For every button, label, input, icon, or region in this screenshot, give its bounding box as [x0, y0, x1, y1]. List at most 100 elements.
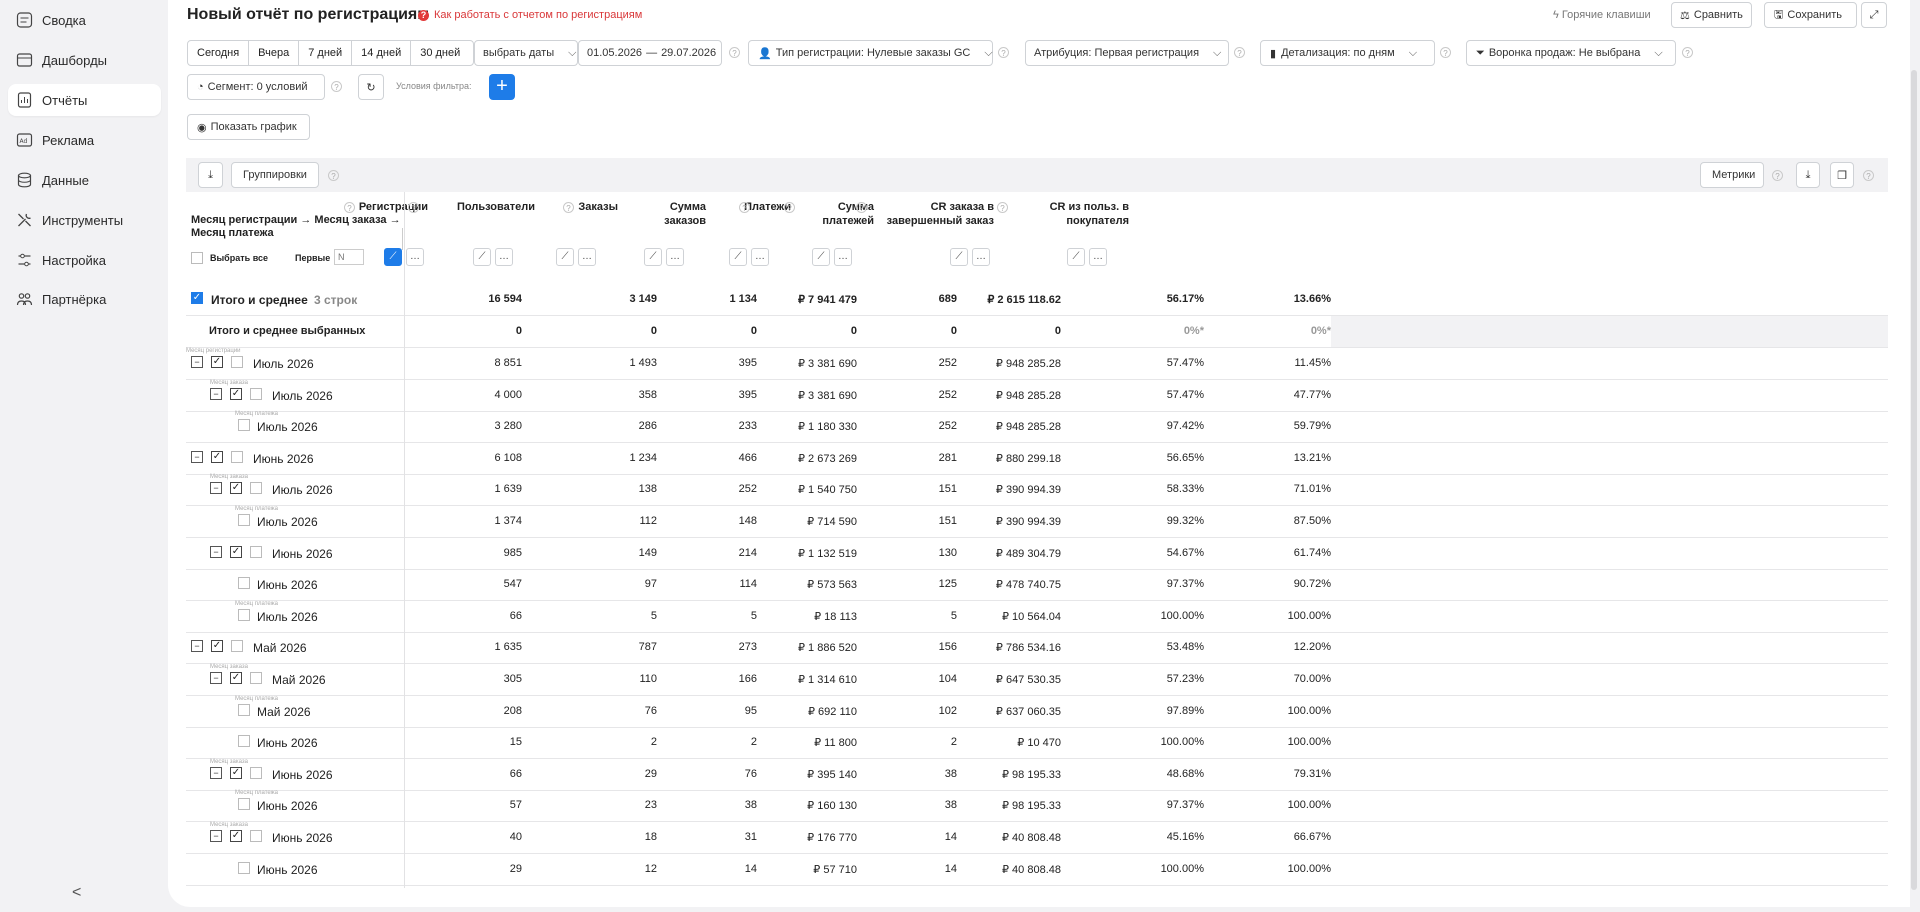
- row-select-checkbox[interactable]: [238, 798, 250, 811]
- row-visibility-checkbox[interactable]: ✓: [230, 672, 242, 684]
- metrics-button[interactable]: Метрики: [1700, 162, 1764, 188]
- chart-toggle-icon[interactable]: ⟋: [1067, 248, 1085, 266]
- chart-toggle-icon[interactable]: ⟋: [473, 248, 491, 266]
- row-select-checkbox[interactable]: [250, 482, 262, 495]
- more-options-icon[interactable]: …: [666, 248, 684, 266]
- row-select-checkbox[interactable]: [250, 766, 262, 779]
- row-select-checkbox[interactable]: [238, 703, 250, 716]
- help-hint-icon[interactable]: ?: [998, 47, 1009, 58]
- groupings-button[interactable]: Группировки: [231, 162, 319, 188]
- chart-toggle-icon[interactable]: ⟋: [644, 248, 662, 266]
- row-visibility-checkbox[interactable]: ✓: [230, 387, 242, 400]
- hotkeys-link[interactable]: ϟ Горячие клавиши: [1553, 9, 1651, 21]
- period-14-days[interactable]: 14 дней: [352, 41, 412, 65]
- help-hint-icon[interactable]: ?: [784, 202, 795, 213]
- compare-button[interactable]: ⚖ Сравнить: [1671, 2, 1752, 28]
- row-visibility-checkbox[interactable]: ✓: [230, 482, 242, 495]
- row-select-checkbox[interactable]: [250, 672, 262, 684]
- column-header[interactable]: CR заказа в завершенный заказ: [874, 200, 994, 228]
- collapse-toggle[interactable]: −: [210, 766, 222, 779]
- column-header[interactable]: Сумма заказов: [636, 200, 706, 228]
- help-hint-icon[interactable]: ?: [1863, 170, 1874, 181]
- table-row[interactable]: Месяц заказа − ✓ Июль 2026 4 000 358 395 ₽ 3 38…: [186, 380, 1888, 412]
- column-header[interactable]: Платежи: [711, 200, 791, 214]
- row-select-checkbox[interactable]: [250, 545, 262, 558]
- row-select-checkbox[interactable]: [250, 387, 262, 400]
- sidebar-item-reports[interactable]: Отчёты: [8, 84, 161, 116]
- row-select-checkbox[interactable]: [231, 450, 243, 463]
- table-row[interactable]: Июнь 2026 29 12 14 ₽ 57 710 14 ₽ 40 808.48 100.…: [186, 854, 1888, 886]
- choose-dates-dropdown[interactable]: выбрать даты ⌵: [474, 40, 578, 66]
- collapse-toggle[interactable]: −: [191, 640, 203, 653]
- table-row[interactable]: Месяц заказа − ✓ Июнь 2026 40 18 31 ₽ 176 770 14…: [186, 822, 1888, 854]
- sidebar-item-data[interactable]: Данные: [8, 164, 161, 196]
- refresh-button[interactable]: ↻: [358, 74, 384, 100]
- help-hint-icon[interactable]: ?: [328, 170, 339, 181]
- detail-dropdown[interactable]: ▮ Детализация: по дням ⌵: [1260, 40, 1435, 66]
- first-n-input[interactable]: [334, 249, 364, 265]
- help-hint-icon[interactable]: ?: [1440, 47, 1451, 58]
- total-checkbox[interactable]: ✓: [191, 292, 203, 304]
- chart-toggle-icon[interactable]: ⟋: [384, 248, 402, 266]
- chart-toggle-icon[interactable]: ⟋: [556, 248, 574, 266]
- row-visibility-checkbox[interactable]: ✓: [211, 450, 223, 463]
- scrollbar[interactable]: [1911, 70, 1917, 890]
- collapse-toggle[interactable]: −: [210, 672, 222, 684]
- sidebar-item-settings[interactable]: Настройка: [8, 244, 161, 276]
- export-button[interactable]: ⤓: [1796, 162, 1820, 188]
- column-header[interactable]: Заказы: [538, 200, 618, 214]
- row-visibility-checkbox[interactable]: ✓: [211, 356, 223, 368]
- chart-toggle-icon[interactable]: ⟋: [729, 248, 747, 266]
- save-button[interactable]: 🖫 Сохранить: [1764, 2, 1857, 28]
- table-row[interactable]: Месяц платежа Июль 2026 66 5 5 ₽ 18 113 5 ₽ 10 …: [186, 601, 1888, 633]
- collapse-toggle[interactable]: −: [210, 387, 222, 400]
- more-options-icon[interactable]: …: [406, 248, 424, 266]
- more-options-icon[interactable]: …: [578, 248, 596, 266]
- row-select-checkbox[interactable]: [238, 514, 250, 526]
- row-visibility-checkbox[interactable]: ✓: [211, 640, 223, 653]
- table-row[interactable]: Июнь 2026 15 2 2 ₽ 11 800 2 ₽ 10 470 100.00% 100…: [186, 727, 1888, 760]
- chart-toggle-icon[interactable]: ⟋: [812, 248, 830, 266]
- row-select-checkbox[interactable]: [238, 735, 250, 748]
- table-row[interactable]: Месяц платежа Июнь 2026 57 23 38 ₽ 160 130 38 ₽…: [186, 790, 1888, 823]
- row-select-checkbox[interactable]: [238, 861, 250, 874]
- collapse-toggle[interactable]: −: [191, 450, 203, 463]
- download-button[interactable]: ⤓: [198, 162, 223, 188]
- more-options-icon[interactable]: …: [751, 248, 769, 266]
- column-header[interactable]: CR из польз. в покупателя: [1029, 200, 1129, 228]
- help-hint-icon[interactable]: ?: [856, 202, 867, 213]
- select-all-checkbox[interactable]: [191, 252, 203, 264]
- sidebar-item-ads[interactable]: Ad Реклама: [8, 124, 161, 156]
- row-select-checkbox[interactable]: [238, 608, 250, 621]
- more-options-icon[interactable]: …: [972, 248, 990, 266]
- help-hint-icon[interactable]: ?: [331, 81, 342, 92]
- show-chart-button[interactable]: ◉ Показать график: [187, 114, 310, 140]
- sidebar-item-tools[interactable]: Инструменты: [8, 204, 161, 236]
- table-row[interactable]: Июнь 2026 547 97 114 ₽ 573 563 125 ₽ 478 740.7…: [186, 569, 1888, 602]
- sidebar-item-partners[interactable]: Партнёрка: [8, 283, 161, 315]
- help-link[interactable]: ? Как работать с отчетом по регистрациям: [418, 9, 642, 21]
- table-row[interactable]: Месяц платежа Июль 2026 3 280 286 233 ₽ 1 180…: [186, 411, 1888, 444]
- period-today[interactable]: Сегодня: [188, 41, 250, 65]
- help-hint-icon[interactable]: ?: [344, 202, 355, 213]
- more-options-icon[interactable]: …: [495, 248, 513, 266]
- sidebar-item-dashboards[interactable]: Дашборды: [8, 44, 161, 76]
- help-hint-icon[interactable]: ?: [563, 202, 574, 213]
- table-row[interactable]: Месяц платежа Май 2026 208 76 95 ₽ 692 110 102…: [186, 696, 1888, 728]
- help-hint-icon[interactable]: ?: [408, 202, 419, 213]
- row-select-checkbox[interactable]: [238, 577, 250, 590]
- add-filter-button[interactable]: +: [489, 74, 515, 100]
- fullscreen-button[interactable]: ⤢: [1861, 2, 1887, 28]
- period-7-days[interactable]: 7 дней: [299, 41, 353, 65]
- row-visibility-checkbox[interactable]: ✓: [230, 545, 242, 558]
- attribution-dropdown[interactable]: Атрибуция: Первая регистрация ⌵: [1025, 40, 1229, 66]
- row-visibility-checkbox[interactable]: ✓: [230, 830, 242, 842]
- collapse-toggle[interactable]: −: [191, 356, 203, 368]
- more-options-icon[interactable]: …: [1089, 248, 1107, 266]
- table-row[interactable]: Месяц регистрации − ✓ Июль 2026 8 851 1 493 39…: [186, 348, 1888, 380]
- collapse-toggle[interactable]: −: [210, 482, 222, 495]
- help-hint-icon[interactable]: ?: [997, 202, 1008, 213]
- table-row[interactable]: − ✓ Июнь 2026 6 108 1 234 466 ₽ 2 673 269 281 ₽ …: [186, 443, 1888, 475]
- sales-funnel-dropdown[interactable]: ⏷ Воронка продаж: Не выбрана ⌵: [1466, 40, 1676, 66]
- row-visibility-checkbox[interactable]: ✓: [230, 766, 242, 779]
